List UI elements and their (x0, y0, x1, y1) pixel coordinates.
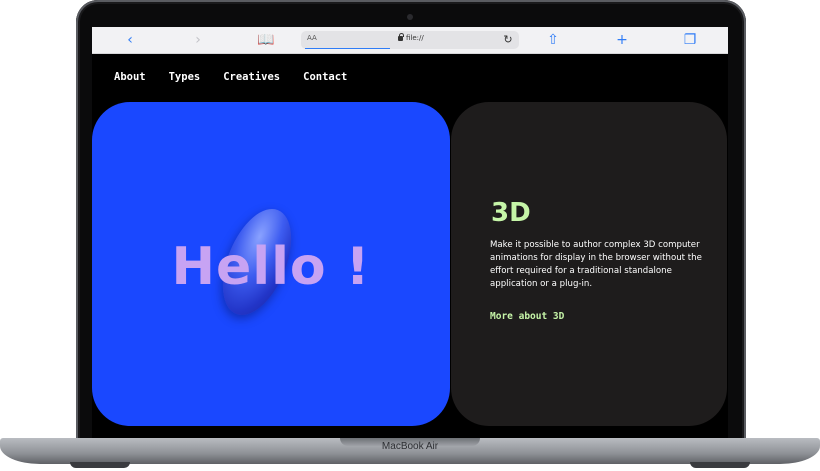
bookmarks-icon[interactable]: 📖 (257, 31, 275, 49)
url-text[interactable]: file:// (406, 34, 424, 42)
laptop-foot-right (690, 462, 750, 468)
hero-heading: Hello ! (171, 237, 371, 297)
hero-card: Hello ! (92, 102, 450, 426)
tabs-icon[interactable]: ❐ (681, 31, 699, 49)
info-description: Make it possible to author complex 3D co… (490, 240, 702, 289)
info-card: 3D Make it possible to author complex 3D… (451, 102, 727, 426)
reader-button[interactable]: AA (307, 34, 317, 42)
address-bar-focus-line (305, 47, 390, 49)
nav-types[interactable]: Types (169, 71, 201, 83)
nav-about[interactable]: About (114, 71, 146, 83)
nav-creatives[interactable]: Creatives (223, 71, 280, 83)
camera (407, 14, 413, 20)
back-icon[interactable]: ‹ (121, 31, 139, 49)
address-bar[interactable]: AA file:// ↻ (301, 31, 519, 49)
forward-icon[interactable]: › (189, 31, 207, 49)
laptop-screen: ‹ › 📖 AA file:// ↻ ⇧ + ❐ About Types Cre… (92, 27, 728, 438)
browser-toolbar: ‹ › 📖 AA file:// ↻ ⇧ + ❐ (92, 27, 728, 54)
laptop-foot-left (70, 462, 130, 468)
reload-icon[interactable]: ↻ (501, 33, 515, 47)
lock-icon (398, 33, 404, 41)
info-title: 3D (491, 198, 531, 228)
more-about-link[interactable]: More about 3D (490, 311, 564, 322)
new-tab-icon[interactable]: + (613, 31, 631, 49)
nav-contact[interactable]: Contact (303, 71, 347, 83)
site-nav: About Types Creatives Contact (114, 71, 347, 83)
model-label: MacBook Air (381, 441, 439, 452)
share-icon[interactable]: ⇧ (544, 31, 562, 49)
